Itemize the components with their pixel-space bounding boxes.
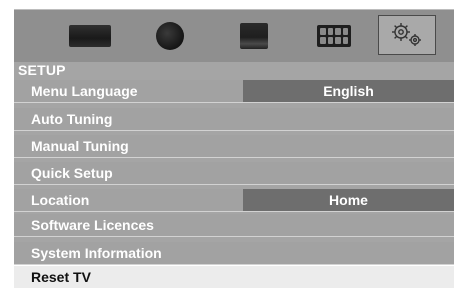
menu-icon-bar (14, 9, 454, 62)
menu-item-system-information[interactable]: System Information (14, 242, 454, 265)
menu-item-label: Auto Tuning (31, 111, 113, 127)
menu-item-label: Software Licences (31, 217, 154, 233)
media-icon (240, 23, 268, 49)
menu-title: SETUP (18, 62, 66, 78)
menu-item-location[interactable]: Location Home (14, 189, 454, 212)
menu-item-label: Location (31, 192, 90, 208)
menu-item-label: Manual Tuning (31, 138, 129, 154)
menu-item-reset-tv[interactable]: Reset TV (14, 266, 454, 288)
menu-item-label: Menu Language (31, 83, 138, 99)
menu-item-quick-setup[interactable]: Quick Setup (14, 162, 454, 185)
menu-item-label: System Information (31, 245, 162, 261)
tv-picture-icon (69, 25, 111, 47)
location-value: Home (243, 189, 454, 211)
menu-item-auto-tuning[interactable]: Auto Tuning (14, 108, 454, 131)
menu-item-label: Reset TV (31, 269, 91, 285)
tab-options[interactable] (304, 10, 364, 62)
menu-item-menu-language[interactable]: Menu Language English (14, 80, 454, 103)
sound-globe-icon (156, 22, 184, 50)
tab-media[interactable] (224, 10, 284, 62)
tab-picture[interactable] (60, 10, 120, 62)
tab-setup[interactable] (378, 15, 436, 55)
menu-item-manual-tuning[interactable]: Manual Tuning (14, 135, 454, 158)
tv-setup-screen: SETUP Menu Language English Auto Tuning … (0, 0, 460, 289)
tab-sound[interactable] (140, 10, 200, 62)
grid-icon (317, 25, 351, 47)
gears-icon (392, 23, 421, 46)
menu-language-value: English (243, 80, 454, 102)
menu-item-software-licences[interactable]: Software Licences (14, 214, 454, 237)
menu-item-label: Quick Setup (31, 165, 113, 181)
